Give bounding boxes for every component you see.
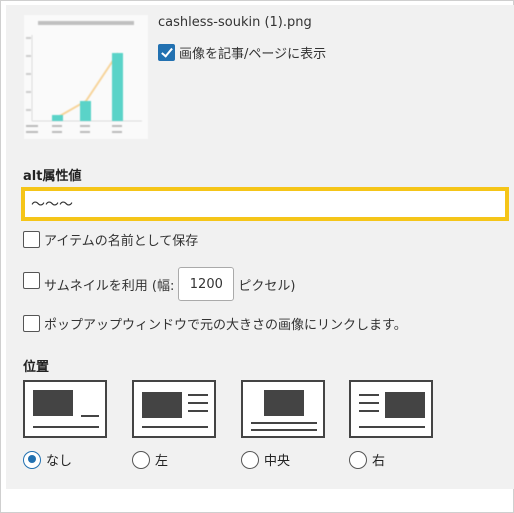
show-on-page-option[interactable]: 画像を記事/ページに表示 (158, 43, 326, 62)
position-center-option[interactable]: 中央 (241, 450, 290, 469)
show-on-page-label: 画像を記事/ページに表示 (179, 47, 327, 62)
position-center-radio[interactable] (241, 450, 259, 469)
show-on-page-checkbox[interactable] (158, 44, 175, 61)
popup-link-option[interactable]: ポップアップウィンドウで元の大きさの画像にリンクします。 (23, 314, 407, 333)
position-none-radio[interactable] (23, 450, 41, 469)
position-center-label: 中央 (264, 454, 291, 469)
position-right-radio[interactable] (349, 450, 367, 469)
save-as-item-name-label: アイテムの名前として保存 (44, 234, 199, 249)
popup-link-label: ポップアップウィンドウで元の大きさの画像にリンクします。 (44, 318, 407, 333)
save-as-item-name-option[interactable]: アイテムの名前として保存 (23, 230, 198, 249)
thumbnail-label-after: ピクセル) (238, 278, 296, 294)
image-thumbnail (24, 15, 148, 139)
thumbnail-width-input[interactable] (178, 267, 235, 301)
position-right-icon[interactable] (349, 380, 433, 438)
position-none-option[interactable]: なし (23, 450, 72, 469)
position-none-icon[interactable] (23, 380, 107, 438)
position-left-option[interactable]: 左 (132, 450, 168, 469)
thumbnail-label-before: サムネイルを利用 (幅: (44, 278, 175, 294)
thumbnail-chart-image (26, 21, 142, 133)
position-right-label: 右 (372, 454, 386, 469)
position-left-radio[interactable] (132, 450, 150, 469)
alt-text-input[interactable] (21, 187, 509, 221)
file-name: cashless-soukin (1).png (158, 15, 312, 30)
alt-label: alt属性値 (23, 169, 82, 184)
position-none-label: なし (46, 454, 73, 469)
thumbnail-checkbox[interactable] (23, 271, 40, 289)
position-label: 位置 (23, 360, 50, 375)
save-as-item-name-checkbox[interactable] (23, 231, 40, 248)
popup-link-checkbox[interactable] (23, 315, 40, 332)
position-left-label: 左 (155, 454, 169, 469)
thumbnail-option: サムネイルを利用 (幅: ピクセル) (23, 267, 295, 301)
position-center-icon[interactable] (241, 380, 325, 438)
image-settings-dialog: cashless-soukin (1).png 画像を記事/ページに表示 alt… (0, 0, 514, 513)
position-left-icon[interactable] (132, 380, 216, 438)
position-right-option[interactable]: 右 (349, 450, 385, 469)
